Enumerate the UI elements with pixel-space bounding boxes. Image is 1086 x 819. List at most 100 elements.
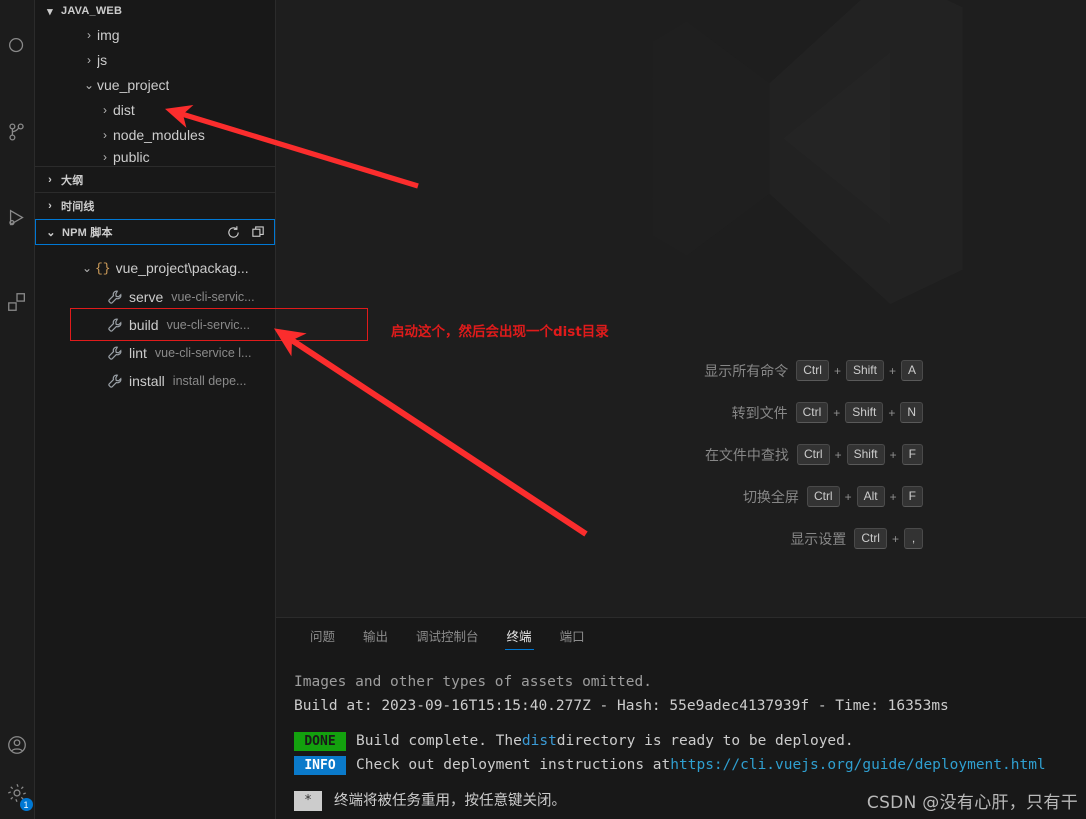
npm-script-build[interactable]: build vue-cli-servic... [35, 311, 275, 339]
keycap: Shift [845, 360, 884, 381]
tab-ports[interactable]: 端口 [546, 618, 599, 653]
shortcut-row-go-to-file: 转到文件 Ctrl + Shift + N [704, 402, 923, 423]
vscode-window: 1 ▾ JAVA_WEB › img › js ⌄ vue_project › … [0, 0, 1086, 819]
npm-script-name: build [129, 317, 159, 333]
tree-item-dist[interactable]: › dist [35, 97, 275, 122]
shortcut-row-find-in-files: 在文件中查找 Ctrl + Shift + F [704, 444, 923, 465]
tree-item-js[interactable]: › js [35, 47, 275, 72]
collapse-all-icon[interactable] [251, 225, 266, 240]
chevron-right-icon: › [103, 127, 107, 142]
tree-item-label: vue_project [97, 76, 170, 93]
npm-script-command: vue-cli-servic... [166, 318, 250, 332]
keycap: Ctrl [795, 402, 829, 423]
settings-gear-icon[interactable]: 1 [0, 769, 35, 817]
build-timestamp: 2023-09-16T15:15:40.277Z [381, 698, 591, 714]
npm-package-node[interactable]: ⌄ {} vue_project\packag... [35, 253, 275, 283]
tree-item-node_modules[interactable]: › node_modules [35, 122, 275, 147]
tab-output[interactable]: 输出 [349, 618, 402, 653]
wrench-icon [107, 345, 124, 361]
dist-keyword: dist [521, 733, 557, 749]
tree-item-img[interactable]: › img [35, 22, 275, 47]
section-label: NPM 脚本 [62, 227, 113, 239]
key-separator: + [888, 405, 896, 420]
npm-script-command: vue-cli-service l... [154, 346, 252, 360]
explorer-section-header[interactable]: ▾ JAVA_WEB [35, 0, 275, 22]
extensions-icon[interactable] [0, 278, 35, 326]
chevron-right-icon: › [103, 102, 107, 117]
keycap: F [901, 486, 923, 507]
build-at-prefix: Build at: [294, 698, 382, 714]
build-time: 16353ms [887, 698, 949, 714]
terminal-line-done: DONE Build complete. The dist directory i… [294, 729, 1086, 753]
npm-script-serve[interactable]: serve vue-cli-servic... [35, 283, 275, 311]
keycap: N [900, 402, 923, 423]
key-separator: + [889, 447, 897, 462]
npm-script-name: install [129, 373, 165, 389]
build-hash: 55e9adec4137939f [669, 698, 810, 714]
keycap: Ctrl [854, 528, 887, 549]
chevron-right-icon: › [103, 149, 107, 164]
keycap: Ctrl [806, 486, 840, 507]
wrench-icon [107, 373, 124, 389]
key-separator: + [834, 447, 842, 462]
tab-terminal[interactable]: 终端 [493, 618, 546, 653]
tree-item-vue_project[interactable]: ⌄ vue_project [35, 72, 275, 97]
info-text: Check out deployment instructions at [356, 757, 671, 773]
chevron-right-icon: › [48, 173, 52, 186]
shortcut-label: 显示设置 [790, 530, 847, 547]
sidebar-section-npm-scripts[interactable]: ⌄ NPM 脚本 [35, 219, 275, 245]
deployment-docs-link[interactable]: https://cli.vuejs.org/guide/deployment.h… [670, 753, 1045, 777]
section-label: 时间线 [61, 201, 95, 213]
npm-script-lint[interactable]: lint vue-cli-service l... [35, 339, 275, 367]
keycap: Ctrl [796, 444, 830, 465]
npm-package-label: vue_project\packag... [115, 260, 249, 276]
sidebar-section-outline[interactable]: › 大纲 [35, 166, 275, 192]
file-tree: › img › js ⌄ vue_project › dist › node_m… [35, 22, 275, 166]
accounts-icon[interactable] [0, 721, 35, 769]
chevron-right-icon: › [87, 27, 91, 42]
chevron-right-icon: › [87, 52, 91, 67]
source-control-icon[interactable] [0, 108, 35, 156]
keycap: Shift [846, 444, 885, 465]
shortcut-label: 转到文件 [731, 404, 788, 421]
refresh-icon[interactable] [226, 225, 241, 240]
shortcuts-list: 显示所有命令 Ctrl + Shift + A 转到文件 Ctrl + Shif… [704, 360, 923, 549]
terminal-line-assets: Images and other types of assets omitted… [294, 674, 652, 690]
tree-item-label: img [97, 26, 120, 43]
npm-script-command: install depe... [172, 374, 247, 388]
chevron-down-icon: ▾ [47, 5, 53, 18]
npm-script-command: vue-cli-servic... [171, 290, 255, 304]
sidebar-section-timeline[interactable]: › 时间线 [35, 192, 275, 219]
wrench-icon [107, 317, 124, 333]
search-icon[interactable] [0, 22, 35, 70]
done-text-2: directory is ready to be deployed. [556, 733, 854, 749]
key-separator: + [844, 489, 852, 504]
keycap: F [901, 444, 923, 465]
keycap: A [900, 360, 923, 381]
tab-problems[interactable]: 问题 [296, 618, 349, 653]
keycap: Ctrl [796, 360, 829, 381]
npm-scripts-tree: ⌄ {} vue_project\packag... serve vue-cli… [35, 245, 275, 395]
tree-item-public[interactable]: › public [35, 147, 275, 166]
tab-debug-console[interactable]: 调试控制台 [402, 618, 493, 653]
chevron-right-icon: › [48, 200, 52, 212]
section-label: 大纲 [61, 174, 84, 187]
asterisk-icon: * [294, 791, 322, 811]
run-debug-icon[interactable] [0, 194, 35, 242]
tree-item-label: public [113, 148, 150, 165]
chevron-down-icon: ⌄ [83, 77, 95, 92]
explorer-title: JAVA_WEB [61, 5, 123, 17]
keycap: , [904, 528, 923, 549]
vscode-logo-watermark [652, 0, 963, 305]
editor-area: 显示所有命令 Ctrl + Shift + A 转到文件 Ctrl + Shif… [276, 0, 1086, 617]
shortcut-row-show-settings: 显示设置 Ctrl + , [704, 528, 923, 549]
npm-script-name: lint [129, 345, 147, 361]
terminal-line-build-meta: Build at: 2023-09-16T15:15:40.277Z - Has… [294, 694, 1086, 718]
done-badge: DONE [294, 731, 346, 751]
done-text-1: Build complete. The [356, 733, 522, 749]
key-separator: + [888, 363, 896, 378]
npm-script-install[interactable]: install install depe... [35, 367, 275, 395]
wrench-icon [107, 289, 124, 305]
npm-script-name: serve [129, 289, 164, 305]
key-separator: + [833, 363, 841, 378]
